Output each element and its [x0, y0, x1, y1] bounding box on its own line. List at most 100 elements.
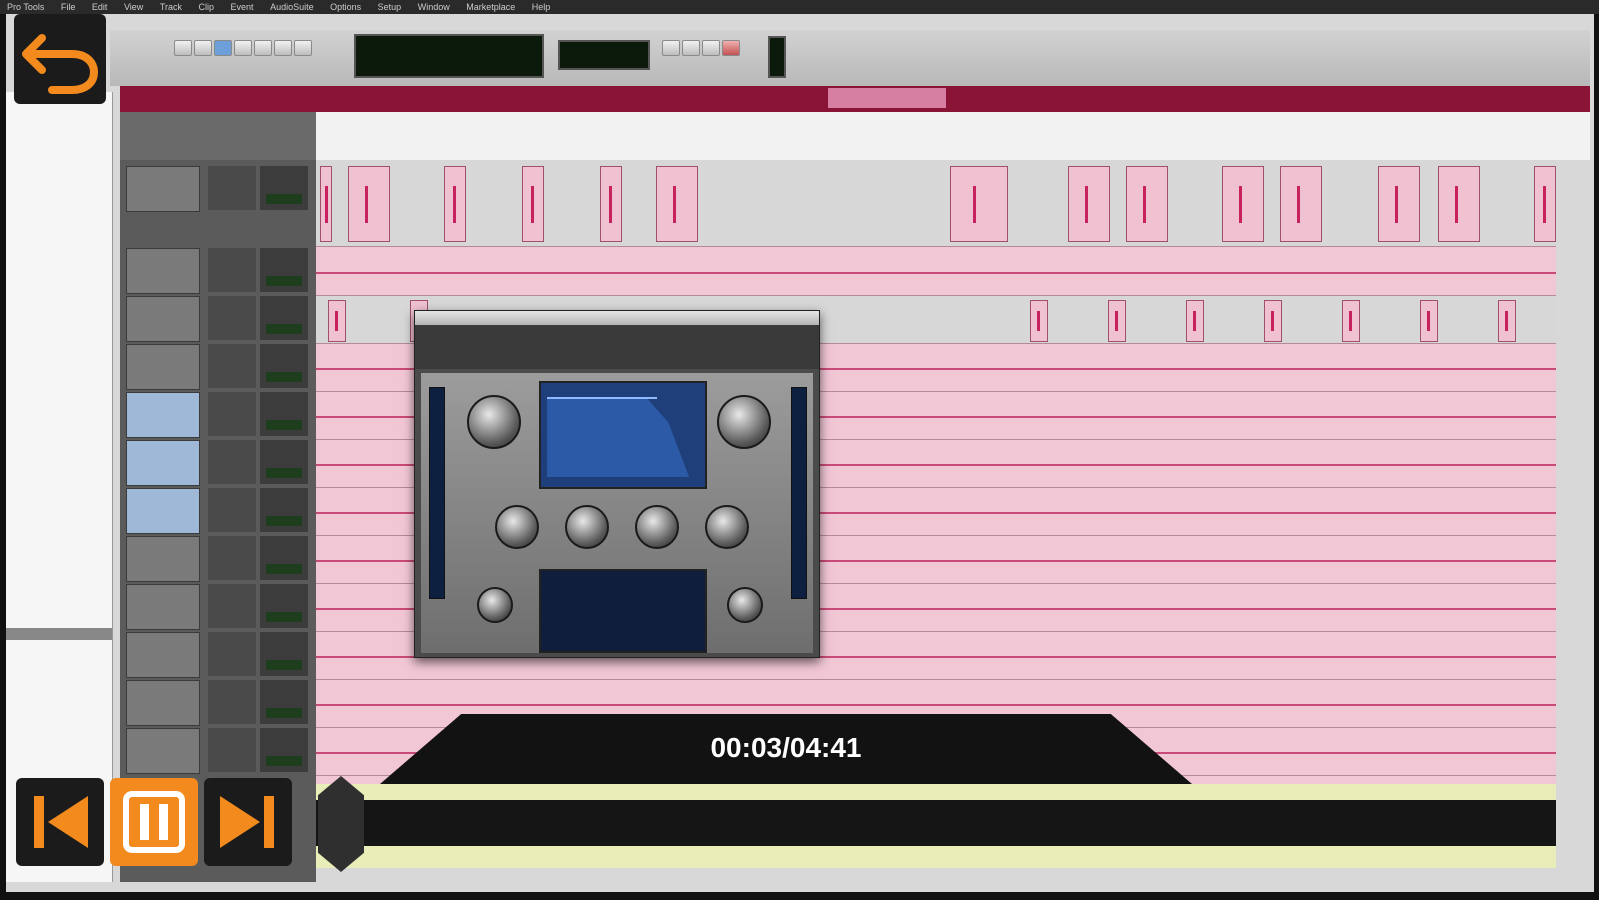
audio-clip[interactable]	[1438, 166, 1480, 242]
track-io[interactable]	[208, 680, 256, 724]
track-fader[interactable]	[260, 632, 308, 676]
audio-clip[interactable]	[1186, 300, 1204, 342]
menu-item-audiosuite[interactable]: AudioSuite	[270, 0, 314, 14]
transport-record-button[interactable]	[722, 40, 740, 56]
track-lane[interactable]	[316, 160, 1556, 247]
plugin-header-controls[interactable]	[415, 325, 819, 369]
back-button[interactable]	[14, 14, 106, 104]
band-output-knob[interactable]	[705, 505, 749, 549]
track-io[interactable]	[208, 392, 256, 436]
track-io[interactable]	[208, 584, 256, 628]
menu-item-file[interactable]: File	[61, 0, 76, 14]
audio-clip[interactable]	[1030, 300, 1048, 342]
audio-clip[interactable]	[348, 166, 390, 242]
progress-playhead[interactable]	[318, 776, 364, 872]
track-fader[interactable]	[260, 536, 308, 580]
band-gain-knob[interactable]	[565, 505, 609, 549]
audio-clip[interactable]	[522, 166, 544, 242]
previous-button[interactable]	[16, 778, 104, 866]
audio-clip[interactable]	[1342, 300, 1360, 342]
track-fader[interactable]	[260, 392, 308, 436]
track-io[interactable]	[208, 296, 256, 340]
menu-item-options[interactable]: Options	[330, 0, 361, 14]
track-name[interactable]	[126, 344, 200, 390]
toolbar-tool-button[interactable]	[234, 40, 252, 56]
track-name[interactable]	[126, 632, 200, 678]
audio-clip[interactable]	[1108, 300, 1126, 342]
pause-button[interactable]	[110, 778, 198, 866]
menu-item-clip[interactable]: Clip	[199, 0, 215, 14]
track-io[interactable]	[208, 488, 256, 532]
menu-item-track[interactable]: Track	[160, 0, 182, 14]
audio-clip[interactable]	[600, 166, 622, 242]
transport-stop-button[interactable]	[702, 40, 720, 56]
track-io[interactable]	[208, 536, 256, 580]
tracks-list-pane[interactable]	[6, 92, 113, 882]
menu-item-pro-tools[interactable]: Pro Tools	[7, 0, 44, 14]
track-name[interactable]	[126, 584, 200, 630]
track-name[interactable]	[126, 166, 200, 212]
audio-clip[interactable]	[1498, 300, 1516, 342]
audio-clip[interactable]	[1280, 166, 1322, 242]
track-name[interactable]	[126, 248, 200, 294]
toolbar-tool-button[interactable]	[214, 40, 232, 56]
track-name[interactable]	[126, 728, 200, 774]
right-trim-knob[interactable]	[727, 587, 763, 623]
toolbar-tool-button[interactable]	[254, 40, 272, 56]
track-name[interactable]	[126, 536, 200, 582]
audio-clip[interactable]	[1126, 166, 1168, 242]
menu-item-event[interactable]: Event	[231, 0, 254, 14]
band-q-knob[interactable]	[635, 505, 679, 549]
track-name[interactable]	[126, 296, 200, 342]
ruler-selection[interactable]	[828, 88, 946, 108]
output-gain-knob[interactable]	[717, 395, 771, 449]
track-name[interactable]	[126, 440, 200, 486]
track-name[interactable]	[126, 680, 200, 726]
toolbar-mode-button[interactable]	[174, 40, 192, 56]
menu-item-edit[interactable]: Edit	[92, 0, 108, 14]
audio-clip[interactable]	[950, 166, 1008, 242]
ruler-rows[interactable]	[120, 112, 1590, 160]
audio-clip[interactable]	[1264, 300, 1282, 342]
track-fader[interactable]	[260, 248, 308, 292]
toolbar-tool-button[interactable]	[274, 40, 292, 56]
menu-item-window[interactable]: Window	[418, 0, 450, 14]
toolbar-tool-button[interactable]	[294, 40, 312, 56]
audio-clip[interactable]	[328, 300, 346, 342]
audio-clip[interactable]	[1222, 166, 1264, 242]
track-name[interactable]	[126, 392, 200, 438]
plugin-title-bar[interactable]	[415, 311, 819, 325]
track-fader[interactable]	[260, 488, 308, 532]
track-fader[interactable]	[260, 728, 308, 772]
transport-rewind-button[interactable]	[662, 40, 680, 56]
left-trim-knob[interactable]	[477, 587, 513, 623]
audio-clip[interactable]	[656, 166, 698, 242]
track-fader[interactable]	[260, 440, 308, 484]
menu-item-setup[interactable]: Setup	[378, 0, 402, 14]
audio-clip[interactable]	[1534, 166, 1556, 242]
track-io[interactable]	[208, 166, 256, 210]
toolbar-mode-button[interactable]	[194, 40, 212, 56]
track-name[interactable]	[126, 488, 200, 534]
track-io[interactable]	[208, 440, 256, 484]
eq-plugin-window[interactable]	[414, 310, 820, 658]
menu-item-help[interactable]: Help	[532, 0, 551, 14]
audio-clip[interactable]	[1068, 166, 1110, 242]
track-io[interactable]	[208, 632, 256, 676]
audio-clip[interactable]	[1420, 300, 1438, 342]
audio-clip[interactable]	[1378, 166, 1420, 242]
track-fader[interactable]	[260, 344, 308, 388]
transport-play-button[interactable]	[682, 40, 700, 56]
progress-track[interactable]	[316, 800, 1556, 846]
input-gain-knob[interactable]	[467, 395, 521, 449]
menu-item-marketplace[interactable]: Marketplace	[466, 0, 515, 14]
track-fader[interactable]	[260, 166, 308, 210]
band-frequency-knob[interactable]	[495, 505, 539, 549]
track-fader[interactable]	[260, 584, 308, 628]
next-button[interactable]	[204, 778, 292, 866]
audio-clip[interactable]	[320, 166, 332, 242]
track-lane[interactable]	[316, 248, 1556, 296]
track-io[interactable]	[208, 728, 256, 772]
track-fader[interactable]	[260, 680, 308, 724]
menu-item-view[interactable]: View	[124, 0, 143, 14]
